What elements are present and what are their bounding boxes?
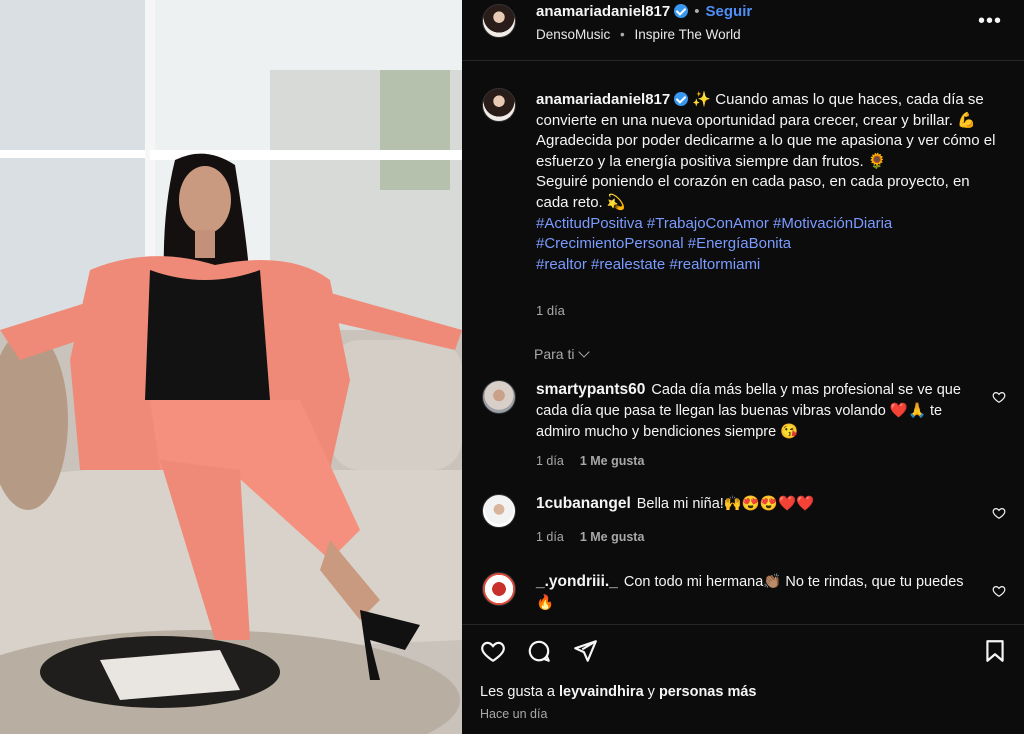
author-avatar[interactable] [482, 4, 516, 38]
separator-dot: • [694, 3, 700, 20]
hashtags-line-1[interactable]: #ActitudPositiva #TrabajoConAmor #Motiva… [536, 214, 1006, 235]
header-author-line: anamariadaniel817 • Seguir [536, 3, 752, 20]
audio-title: Inspire The World [634, 27, 741, 42]
para-ti-label: Para ti [534, 346, 575, 362]
caption-line-2: Agradecida por poder dedicarme a lo que … [536, 132, 996, 170]
commenter-avatar[interactable] [482, 572, 516, 606]
share-icon[interactable] [572, 638, 598, 664]
heart-icon[interactable] [992, 506, 1006, 520]
comment-time[interactable]: 1 día [536, 530, 564, 544]
actions-divider [462, 624, 1024, 625]
commenter-username[interactable]: smartypants60 [536, 381, 645, 398]
heart-icon[interactable] [992, 584, 1006, 598]
more-icon[interactable]: ••• [978, 10, 1002, 33]
caption-author-avatar[interactable] [482, 88, 516, 122]
post-image [0, 0, 462, 734]
comment-time[interactable]: 1 día [536, 454, 564, 468]
author-username[interactable]: anamariadaniel817 [536, 3, 670, 20]
likes-joiner: y [647, 684, 655, 700]
post-caption: anamariadaniel817 ✨ Cuando amas lo que h… [536, 90, 1006, 275]
likes-prefix: Les gusta a [480, 684, 555, 700]
comment-icon[interactable] [526, 638, 552, 664]
save-icon[interactable] [982, 638, 1008, 664]
chevron-down-icon [578, 346, 591, 358]
comment-body: smartypants60 Cada día más bella y mas pr… [536, 380, 966, 442]
heart-icon[interactable] [992, 390, 1006, 404]
comment-body: _.yondriii._ Con todo mi hermana👏🏽 No te … [536, 572, 966, 614]
para-ti-filter[interactable]: Para ti [534, 346, 591, 362]
post-photo[interactable] [0, 0, 462, 734]
caption-timestamp[interactable]: 1 día [536, 303, 565, 318]
likes-others[interactable]: personas más [659, 684, 757, 700]
post-timestamp: Hace un día [480, 707, 548, 721]
follow-button[interactable]: Seguir [706, 3, 753, 20]
like-icon[interactable] [480, 638, 506, 664]
verified-icon [674, 4, 689, 18]
hashtags-line-3[interactable]: #realtor #realestate #realtormiami [536, 255, 1006, 276]
header-divider [462, 60, 1024, 61]
commenter-avatar[interactable] [482, 494, 516, 528]
comment-text: Bella mi niña!🙌😍😍❤️❤️ [636, 496, 815, 512]
comment-meta: 1 día 1 Me gusta [536, 530, 644, 544]
comment-meta: 1 día 1 Me gusta [536, 454, 644, 468]
caption-line-3: Seguiré poniendo el corazón en cada paso… [536, 173, 970, 211]
commenter-username[interactable]: 1cubanangel [536, 495, 631, 512]
audio-separator: • [620, 27, 625, 42]
post-details-panel: anamariadaniel817 • Seguir DensoMusic • In… [462, 0, 1024, 734]
commenter-username[interactable]: _.yondriii._ [536, 573, 618, 590]
comment-body: 1cubanangel Bella mi niña!🙌😍😍❤️❤️ [536, 494, 966, 515]
hashtags-line-2[interactable]: #CrecimientoPersonal #EnergíaBonita [536, 234, 1006, 255]
comment-likes[interactable]: 1 Me gusta [580, 454, 645, 468]
likes-user[interactable]: leyvaindhira [559, 684, 644, 700]
caption-username[interactable]: anamariadaniel817 [536, 91, 670, 108]
commenter-avatar[interactable] [482, 380, 516, 414]
audio-artist: DensoMusic [536, 27, 611, 42]
audio-attribution[interactable]: DensoMusic • Inspire The World [536, 27, 741, 42]
verified-icon [674, 92, 689, 106]
likes-summary[interactable]: Les gusta a leyvaindhira y personas más [480, 684, 756, 700]
post-header: anamariadaniel817 • Seguir DensoMusic • In… [462, 0, 1024, 60]
comment-likes[interactable]: 1 Me gusta [580, 530, 645, 544]
